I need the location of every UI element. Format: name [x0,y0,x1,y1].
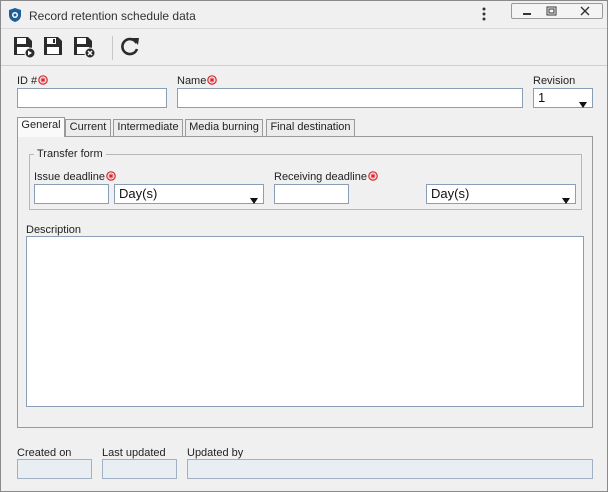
revision-label: Revision [533,75,576,87]
refresh-icon[interactable] [117,34,143,60]
dialog-window: Record retention schedule data ID # Name… [0,0,608,492]
tab-general[interactable]: General [17,117,65,137]
updated-by-label: Updated by [187,447,244,459]
receiving-unit-value: Day(s) [431,186,470,201]
required-icon [106,171,116,184]
description-label: Description [26,224,82,236]
name-label: Name [177,75,218,88]
created-on-field [17,459,92,479]
last-updated-field [102,459,177,479]
save-and-close-icon[interactable] [71,34,97,60]
title-bar[interactable]: Record retention schedule data [1,1,607,29]
more-options-icon[interactable] [479,6,489,24]
revision-select[interactable]: 1 [533,88,593,108]
toolbar [1,30,607,66]
required-icon [368,171,378,184]
save-icon[interactable] [41,34,67,60]
window-controls [511,3,603,19]
receiving-deadline-field[interactable] [274,184,349,204]
shield-app-icon [7,7,23,23]
save-and-new-icon[interactable] [11,34,37,60]
updated-by-field [187,459,593,479]
maximize-icon[interactable] [540,4,562,18]
close-icon[interactable] [568,4,602,18]
issue-unit-value: Day(s) [119,186,158,201]
description-textarea[interactable] [26,236,584,407]
chevron-down-icon [579,95,587,113]
revision-value: 1 [538,90,546,105]
name-field[interactable] [177,88,523,108]
chevron-down-icon [250,191,258,209]
required-icon [207,75,218,88]
issue-deadline-field[interactable] [34,184,109,204]
minimize-icon[interactable] [516,4,538,18]
transfer-form-legend: Transfer form [34,148,106,160]
last-updated-label: Last updated [102,447,166,459]
created-on-label: Created on [17,447,72,459]
id-field[interactable] [17,88,167,108]
tab-current[interactable]: Current [65,119,111,136]
issue-deadline-unit-select[interactable]: Day(s) [114,184,264,204]
receiving-deadline-unit-select[interactable]: Day(s) [426,184,576,204]
toolbar-separator [112,36,113,60]
chevron-down-icon [562,191,570,209]
issue-deadline-label: Issue deadline [34,171,116,184]
receiving-deadline-label: Receiving deadline [274,171,378,184]
id-label: ID # [17,75,48,88]
window-title: Record retention schedule data [29,9,196,23]
tab-intermediate[interactable]: Intermediate [113,119,183,136]
required-icon [38,75,48,88]
tab-final-destination[interactable]: Final destination [266,119,355,136]
tab-media-burning[interactable]: Media burning [185,119,263,136]
